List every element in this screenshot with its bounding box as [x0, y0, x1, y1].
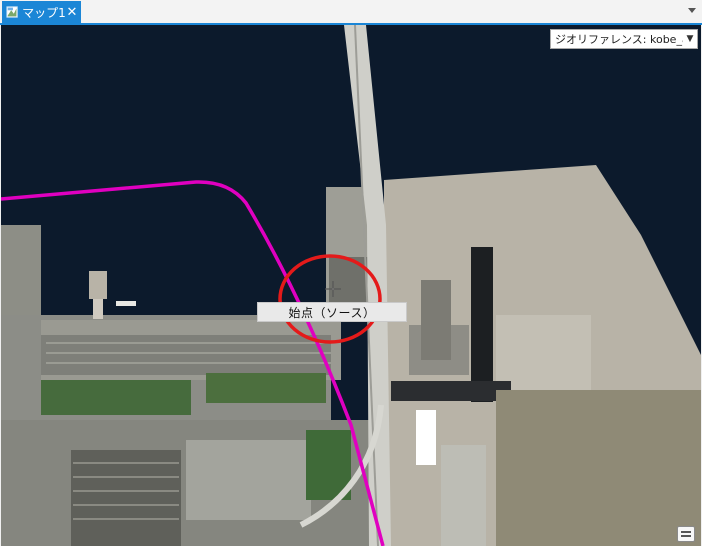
snap-tooltip: 始点（ソース） — [257, 302, 407, 322]
chevron-down-icon[interactable] — [688, 8, 696, 13]
tab-map1[interactable]: マップ1 ✕ — [2, 1, 81, 23]
crosshair-move-cursor — [325, 281, 341, 297]
tab-label: マップ1 — [22, 5, 66, 20]
map-view[interactable]: ジオリファレンス: kobe_ai... ▼ 始点（ソース） — [1, 25, 701, 546]
georeference-layer-label: ジオリファレンス: kobe_ai... — [555, 33, 683, 46]
view-tab-bar: マップ1 ✕ — [0, 0, 702, 25]
chevron-down-icon: ▼ — [686, 34, 694, 44]
georeference-layer-dropdown[interactable]: ジオリファレンス: kobe_ai... ▼ — [550, 29, 698, 49]
close-icon[interactable]: ✕ — [66, 5, 78, 20]
table-of-contents-icon[interactable] — [677, 526, 695, 542]
map-icon — [6, 6, 18, 18]
aerial-imagery — [1, 25, 701, 546]
